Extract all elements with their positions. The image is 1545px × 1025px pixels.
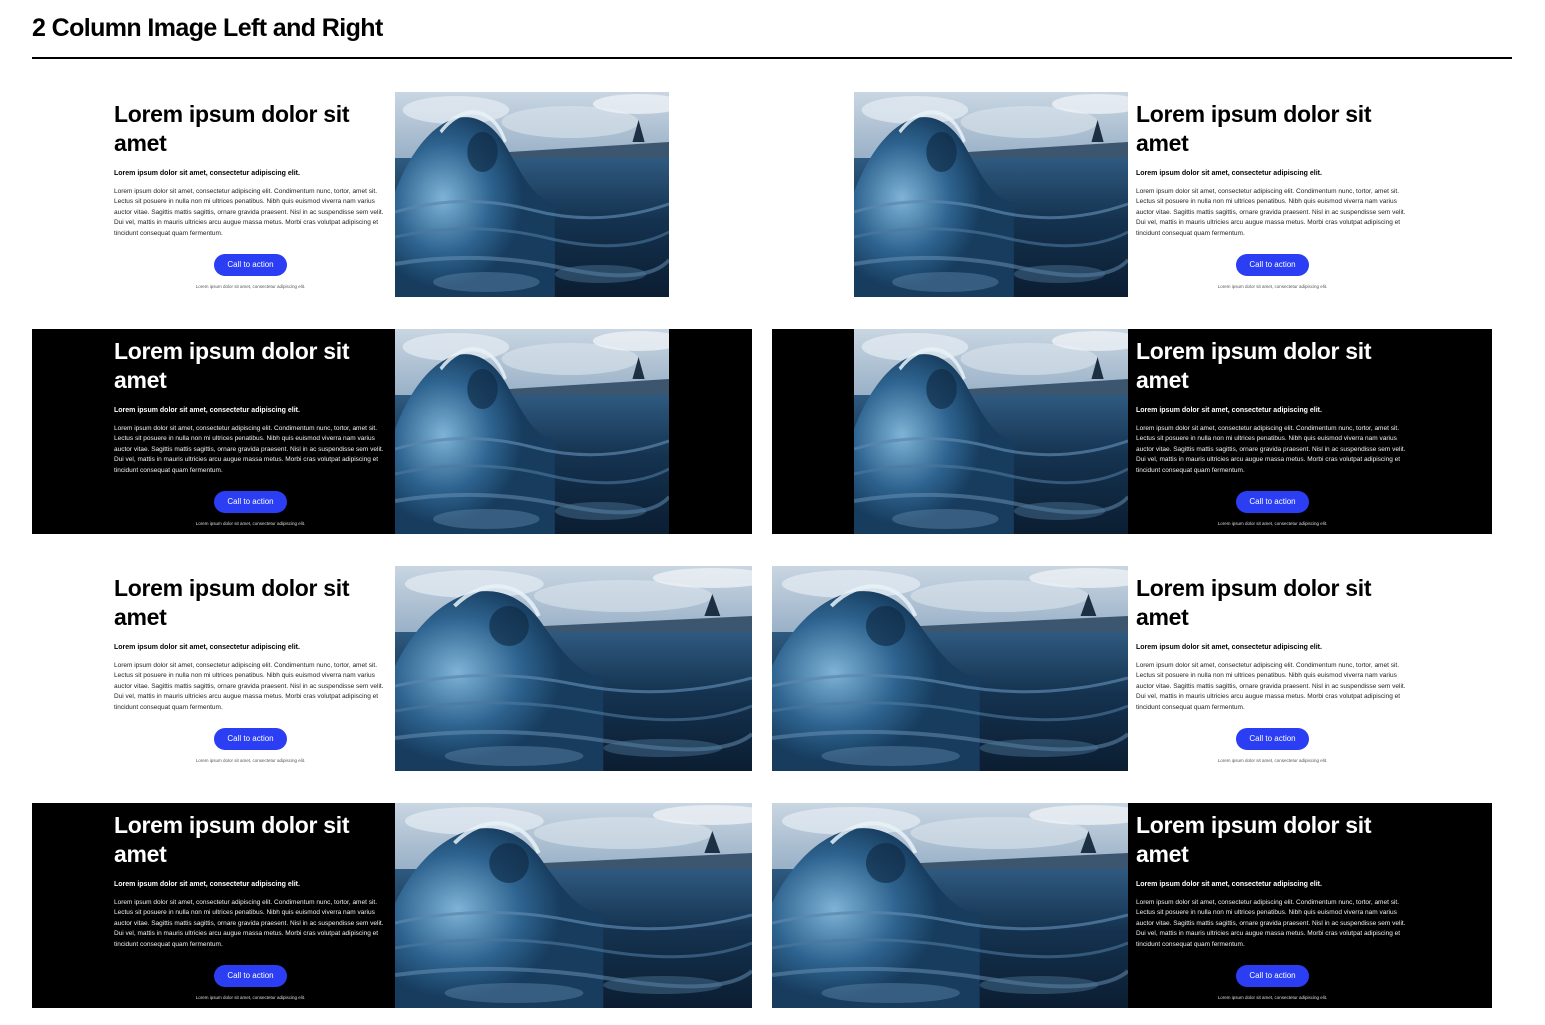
card-headline: Lorem ipsum dolor sit amet: [114, 575, 350, 630]
ocean-wave-image: [395, 803, 752, 1008]
card-fine-print: Lorem ipsum dolor sit amet, consectetur …: [1217, 995, 1328, 1001]
card-subhead: Lorem ipsum dolor sit amet, consectetur …: [114, 881, 300, 888]
card-image-right-light-bleed: Lorem ipsum dolor sit amet Lorem ipsum d…: [32, 566, 752, 771]
ocean-wave-image: [395, 566, 752, 771]
call-to-action-button[interactable]: Call to action: [214, 491, 287, 514]
card-text: Lorem ipsum dolor sit amet Lorem ipsum d…: [1136, 803, 1416, 1001]
card-image-right-light: Lorem ipsum dolor sit amet Lorem ipsum d…: [32, 92, 752, 297]
card-body: Lorem ipsum dolor sit amet, consectetur …: [114, 662, 384, 711]
ocean-wave-image: [772, 803, 1128, 1008]
card-body: Lorem ipsum dolor sit amet, consectetur …: [114, 899, 384, 948]
card-image-right-dark: Lorem ipsum dolor sit amet Lorem ipsum d…: [32, 329, 752, 534]
card-headline: Lorem ipsum dolor sit amet: [1136, 812, 1372, 867]
page-title: 2 Column Image Left and Right: [32, 14, 383, 42]
card-text: Lorem ipsum dolor sit amet Lorem ipsum d…: [114, 329, 394, 527]
card-image-left-dark: Lorem ipsum dolor sit amet Lorem ipsum d…: [772, 329, 1492, 534]
card-text: Lorem ipsum dolor sit amet Lorem ipsum d…: [114, 92, 394, 290]
card-text: Lorem ipsum dolor sit amet Lorem ipsum d…: [1136, 566, 1416, 764]
card-image-left-light-bleed: Lorem ipsum dolor sit amet Lorem ipsum d…: [772, 566, 1492, 771]
card-body: Lorem ipsum dolor sit amet, consectetur …: [1136, 188, 1406, 237]
card-text: Lorem ipsum dolor sit amet Lorem ipsum d…: [114, 803, 394, 1001]
card-subhead: Lorem ipsum dolor sit amet, consectetur …: [114, 170, 300, 177]
call-to-action-button[interactable]: Call to action: [1236, 254, 1309, 277]
call-to-action-button[interactable]: Call to action: [214, 728, 287, 751]
card-body: Lorem ipsum dolor sit amet, consectetur …: [1136, 662, 1406, 711]
card-headline: Lorem ipsum dolor sit amet: [114, 101, 350, 156]
card-image-left-dark-bleed: Lorem ipsum dolor sit amet Lorem ipsum d…: [772, 803, 1492, 1008]
card-text: Lorem ipsum dolor sit amet Lorem ipsum d…: [1136, 92, 1416, 290]
call-to-action-button[interactable]: Call to action: [214, 965, 287, 988]
card-body: Lorem ipsum dolor sit amet, consectetur …: [114, 425, 384, 474]
card-subhead: Lorem ipsum dolor sit amet, consectetur …: [1136, 170, 1322, 177]
card-fine-print: Lorem ipsum dolor sit amet, consectetur …: [195, 758, 306, 764]
call-to-action-button[interactable]: Call to action: [1236, 491, 1309, 514]
ocean-wave-image: [772, 566, 1128, 771]
card-headline: Lorem ipsum dolor sit amet: [114, 338, 350, 393]
card-body: Lorem ipsum dolor sit amet, consectetur …: [1136, 899, 1406, 948]
call-to-action-button[interactable]: Call to action: [1236, 728, 1309, 751]
card-subhead: Lorem ipsum dolor sit amet, consectetur …: [1136, 407, 1322, 414]
card-headline: Lorem ipsum dolor sit amet: [1136, 338, 1372, 393]
card-image-right-dark-bleed: Lorem ipsum dolor sit amet Lorem ipsum d…: [32, 803, 752, 1008]
card-body: Lorem ipsum dolor sit amet, consectetur …: [1136, 425, 1406, 474]
card-image-left-light: Lorem ipsum dolor sit amet Lorem ipsum d…: [772, 92, 1492, 297]
card-headline: Lorem ipsum dolor sit amet: [1136, 101, 1372, 156]
card-body: Lorem ipsum dolor sit amet, consectetur …: [114, 188, 384, 237]
ocean-wave-image: [395, 92, 669, 297]
card-fine-print: Lorem ipsum dolor sit amet, consectetur …: [195, 284, 306, 290]
call-to-action-button[interactable]: Call to action: [214, 254, 287, 277]
card-subhead: Lorem ipsum dolor sit amet, consectetur …: [1136, 881, 1322, 888]
card-headline: Lorem ipsum dolor sit amet: [114, 812, 350, 867]
card-fine-print: Lorem ipsum dolor sit amet, consectetur …: [1217, 521, 1328, 527]
card-fine-print: Lorem ipsum dolor sit amet, consectetur …: [1217, 758, 1328, 764]
card-text: Lorem ipsum dolor sit amet Lorem ipsum d…: [114, 566, 394, 764]
card-text: Lorem ipsum dolor sit amet Lorem ipsum d…: [1136, 329, 1416, 527]
card-subhead: Lorem ipsum dolor sit amet, consectetur …: [114, 407, 300, 414]
card-subhead: Lorem ipsum dolor sit amet, consectetur …: [114, 644, 300, 651]
ocean-wave-image: [854, 329, 1128, 534]
ocean-wave-image: [395, 329, 669, 534]
card-headline: Lorem ipsum dolor sit amet: [1136, 575, 1372, 630]
ocean-wave-image: [854, 92, 1128, 297]
title-divider: [32, 57, 1512, 59]
card-fine-print: Lorem ipsum dolor sit amet, consectetur …: [195, 521, 306, 527]
card-fine-print: Lorem ipsum dolor sit amet, consectetur …: [195, 995, 306, 1001]
call-to-action-button[interactable]: Call to action: [1236, 965, 1309, 988]
card-subhead: Lorem ipsum dolor sit amet, consectetur …: [1136, 644, 1322, 651]
card-fine-print: Lorem ipsum dolor sit amet, consectetur …: [1217, 284, 1328, 290]
